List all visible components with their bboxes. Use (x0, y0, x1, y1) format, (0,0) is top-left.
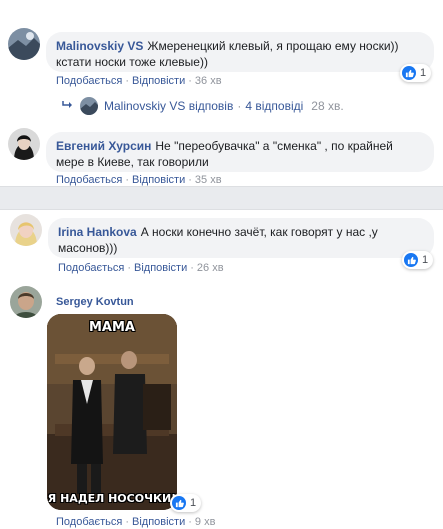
card-separator (0, 186, 443, 210)
like-icon (172, 496, 186, 510)
separator-dot: · (125, 174, 129, 186)
reply-link[interactable]: Відповісти (132, 174, 185, 186)
reaction-badge[interactable]: 1 (402, 251, 434, 269)
comment-actions: Подобається · Відповісти · 36 хв (56, 74, 222, 88)
reply-label: відповів (188, 99, 234, 113)
like-icon (402, 66, 416, 80)
like-link[interactable]: Подобається (58, 262, 124, 274)
comment-actions: Подобається · Відповісти · 26 хв (58, 261, 224, 275)
comment-time[interactable]: 26 хв (197, 262, 224, 274)
reaction-count: 1 (190, 497, 197, 509)
reply-arrow-icon (62, 99, 74, 113)
meme-image[interactable]: МАМА Я НАДЕЛ НОСОЧКИ! (47, 314, 177, 510)
avatar[interactable] (8, 28, 40, 60)
meme-top-text: МАМА (89, 320, 135, 335)
comment-author[interactable]: Malinovskiy VS (56, 39, 143, 53)
avatar (80, 97, 98, 115)
reaction-badge[interactable]: 1 (400, 64, 432, 82)
separator-dot: · (188, 516, 192, 528)
comment-bubble: Malinovskiy VS Жмеренецкий клевый, я прощ… (46, 32, 434, 72)
separator-dot: · (127, 262, 131, 274)
separator-dot: · (188, 75, 192, 87)
comment-bubble: Irina Hankova А носки конечно зачёт, как … (48, 218, 434, 258)
reply-author: Malinovskiy VS (104, 99, 186, 113)
meme-photo (47, 314, 177, 510)
like-link[interactable]: Подобається (56, 174, 122, 186)
comment-author[interactable]: Евгений Хурсин (56, 139, 151, 153)
reaction-count: 1 (420, 67, 427, 79)
like-link[interactable]: Подобається (56, 516, 122, 528)
reply-count: 4 відповіді (245, 99, 304, 113)
separator-dot: · (237, 99, 242, 113)
like-link[interactable]: Подобається (56, 75, 122, 87)
comment-time[interactable]: 36 хв (195, 75, 222, 87)
reply-link[interactable]: Відповісти (132, 75, 185, 87)
separator-dot: · (125, 516, 129, 528)
reaction-badge[interactable]: 1 (170, 494, 202, 512)
meme-bottom-text: Я НАДЕЛ НОСОЧКИ! (47, 492, 177, 505)
comment-bubble: Евгений Хурсин Не "переобувачка" а "сменк… (46, 132, 434, 172)
separator-dot: · (125, 75, 129, 87)
reaction-count: 1 (422, 254, 429, 266)
comment-actions: Подобається · Відповісти · 9 хв (56, 515, 215, 529)
replies-link[interactable]: Malinovskiy VS відповів · 4 відповіді 28… (62, 97, 344, 115)
like-icon (404, 253, 418, 267)
comment-time[interactable]: 9 хв (195, 516, 216, 528)
avatar[interactable] (10, 214, 42, 246)
comment-author[interactable]: Sergey Kovtun (56, 296, 134, 308)
separator-dot: · (190, 262, 194, 274)
reply-link[interactable]: Відповісти (132, 516, 185, 528)
reply-link[interactable]: Відповісти (134, 262, 187, 274)
comment-actions: Подобається · Відповісти · 35 хв (56, 173, 222, 187)
avatar[interactable] (10, 286, 42, 318)
reply-time: 28 хв. (311, 99, 344, 113)
comment-author[interactable]: Irina Hankova (58, 225, 137, 239)
avatar[interactable] (8, 128, 40, 160)
separator-dot: · (188, 174, 192, 186)
comment-time[interactable]: 35 хв (195, 174, 222, 186)
